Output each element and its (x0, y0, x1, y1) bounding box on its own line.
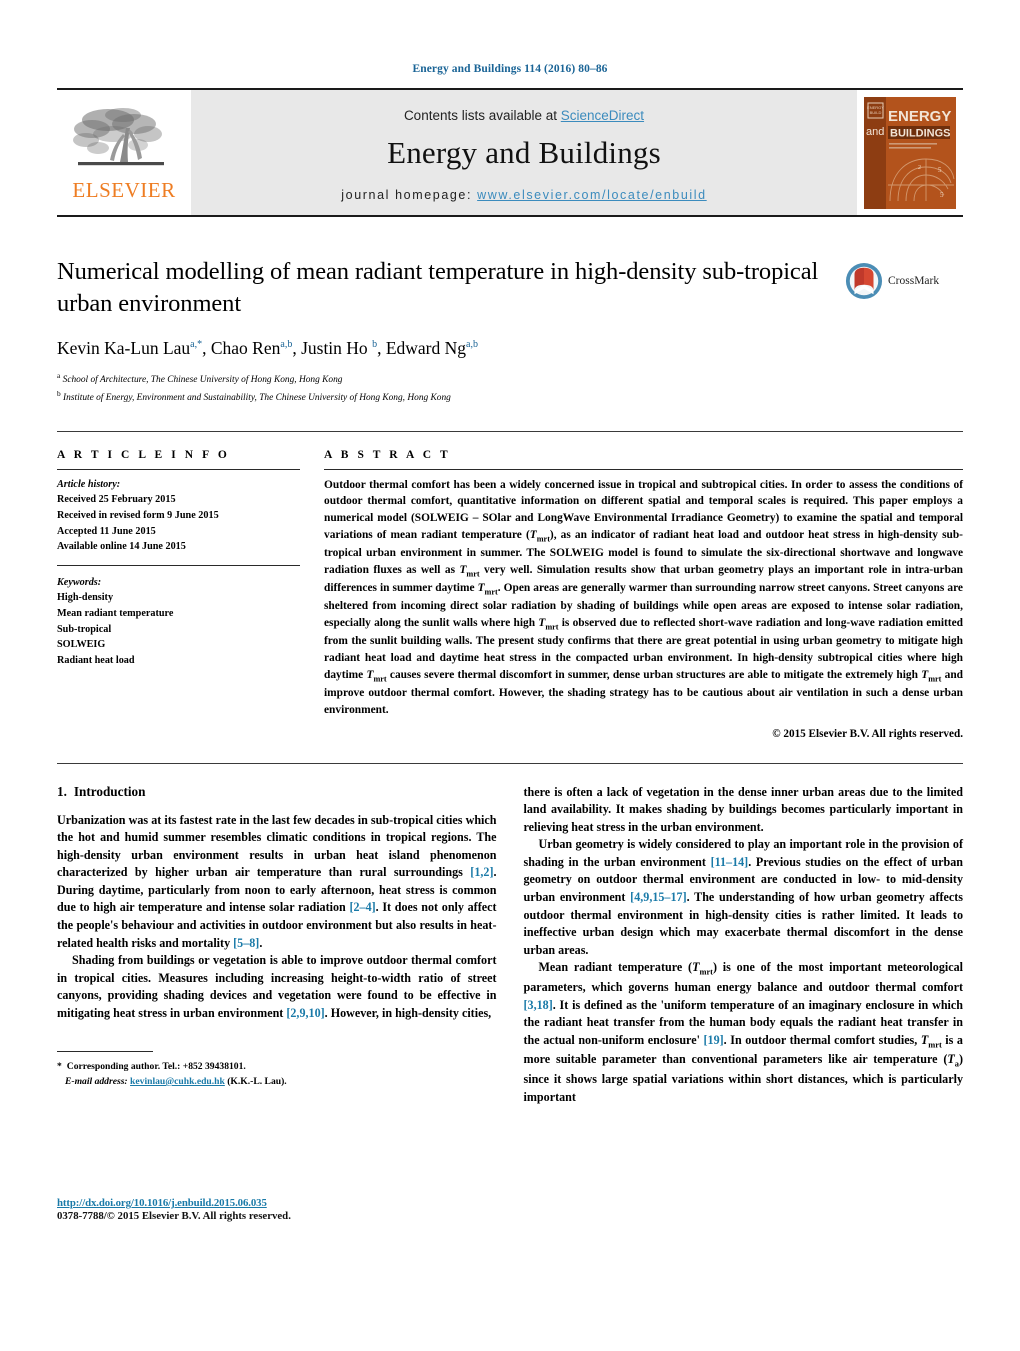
svg-text:2: 2 (918, 165, 921, 171)
body-columns: 1. Introduction Urbanization was at its f… (57, 784, 963, 1107)
paragraph: Urban geometry is widely considered to p… (523, 837, 964, 957)
svg-text:BUILD: BUILD (870, 110, 882, 115)
article-history: Article history: Received 25 February 20… (57, 477, 300, 555)
article-history-label: Article history: (57, 478, 121, 490)
svg-text:and: and (866, 126, 884, 138)
doi-link[interactable]: http://dx.doi.org/10.1016/j.enbuild.2015… (57, 1197, 291, 1209)
email-link[interactable]: kevinlau@cuhk.edu.hk (130, 1076, 225, 1087)
abstract-heading: A B S T R A C T (324, 448, 451, 461)
footnote-corresponding: * Corresponding author. Tel.: +852 394381… (57, 1059, 497, 1074)
body-column-left: 1. Introduction Urbanization was at its f… (57, 784, 497, 1107)
affiliation-b-text: Institute of Energy, Environment and Sus… (63, 393, 451, 404)
keywords-label: Keywords: (57, 576, 102, 588)
affiliation-a: a School of Architecture, The Chinese Un… (57, 371, 343, 386)
crossmark-badge[interactable]: CrossMark (845, 258, 963, 304)
doi-footer: http://dx.doi.org/10.1016/j.enbuild.2015… (57, 1197, 291, 1222)
contents-available-line: Contents lists available at ScienceDirec… (404, 108, 644, 123)
issn-copyright: 0378-7788/© 2015 Elsevier B.V. All right… (57, 1210, 291, 1222)
footnote-corresponding-text: Corresponding author. Tel.: +852 3943810… (66, 1060, 246, 1072)
journal-cover-image: ENERGY BUILD ENERGY and BUILDINGS 5 5 2 (864, 96, 956, 209)
body-column-right: there is often a lack of vegetation in t… (524, 784, 964, 1107)
corresponding-author-footnote: * Corresponding author. Tel.: +852 394381… (57, 1050, 497, 1090)
keyword-item: Radiant heat load (57, 654, 135, 666)
email-suffix: (K.K.-L. Lau). (227, 1075, 287, 1087)
journal-title: Energy and Buildings (387, 134, 661, 170)
svg-text:ENERGY: ENERGY (888, 108, 951, 125)
abstract-text: Outdoor thermal comfort has been a widel… (324, 478, 963, 716)
article-info-column: A R T I C L E I N F O Article history: R… (57, 449, 300, 740)
section-heading-introduction: 1. Introduction (57, 784, 497, 800)
elsevier-logo-block: ELSEVIER (57, 90, 191, 215)
keyword-item: Mean radiant temperature (57, 607, 174, 619)
svg-text:5: 5 (940, 191, 944, 199)
paragraph: Mean radiant temperature (Tmrt) is one o… (523, 960, 964, 1104)
affiliation-b: b Institute of Energy, Environment and S… (57, 388, 451, 404)
crossmark-icon (845, 262, 883, 300)
elsevier-tree-icon (73, 107, 164, 166)
info-abstract-section: A R T I C L E I N F O Article history: R… (57, 432, 963, 740)
keywords-block: Keywords: High-density Mean radiant temp… (57, 575, 300, 669)
author-list: Kevin Ka-Lun Laua,*, Chao Rena,b, Justin… (57, 337, 478, 358)
divider-above-body (57, 762, 963, 764)
article-info-heading: A R T I C L E I N F O (57, 448, 230, 461)
paragraph: Urbanization was at its fastest rate in … (57, 812, 497, 950)
affiliations: a School of Architecture, The Chinese Un… (57, 370, 963, 405)
abstract-rule (324, 468, 963, 470)
journal-homepage-link[interactable]: www.elsevier.com/locate/enbuild (477, 188, 707, 202)
elsevier-wordmark: ELSEVIER (72, 177, 176, 202)
footnote-star: * (57, 1060, 62, 1072)
svg-text:5: 5 (938, 166, 942, 174)
keyword-item: High-density (57, 592, 114, 604)
history-item: Available online 14 June 2015 (57, 541, 186, 553)
history-item: Received 25 February 2015 (57, 494, 176, 506)
running-head: Energy and Buildings 114 (2016) 80–86 (412, 63, 608, 75)
paragraph: Shading from buildings or vegetation is … (57, 953, 497, 1021)
journal-cover-block: ENERGY BUILD ENERGY and BUILDINGS 5 5 2 (857, 90, 963, 215)
footnote-rule (57, 1050, 153, 1052)
keywords-rule (57, 564, 300, 566)
crossmark-label: CrossMark (888, 275, 940, 287)
footnote-email: E-mail address: kevinlau@cuhk.edu.hk (K.… (57, 1074, 497, 1089)
article-page: Energy and Buildings 114 (2016) 80–86 EL… (0, 0, 1020, 1351)
page-title: Numerical modelling of mean radiant temp… (57, 258, 819, 318)
keyword-item: SOLWEIG (57, 639, 106, 651)
masthead-center: Contents lists available at ScienceDirec… (191, 90, 857, 215)
abstract-column: A B S T R A C T Outdoor thermal comfort … (324, 449, 963, 740)
section-title: Introduction (73, 783, 146, 799)
title-block: CrossMark Numerical modelling of mean ra… (57, 256, 963, 406)
svg-text:BUILDINGS: BUILDINGS (890, 127, 951, 139)
abstract-copyright: © 2015 Elsevier B.V. All rights reserved… (772, 727, 963, 740)
contents-prefix: Contents lists available at (403, 107, 561, 123)
section-number: 1. (57, 783, 67, 799)
paragraph: there is often a lack of vegetation in t… (523, 784, 964, 834)
history-item: Accepted 11 June 2015 (57, 525, 156, 537)
affiliation-a-text: School of Architecture, The Chinese Univ… (62, 375, 343, 386)
history-item: Received in revised form 9 June 2015 (57, 509, 219, 521)
journal-homepage-line: journal homepage: www.elsevier.com/locat… (341, 188, 706, 202)
journal-masthead: ELSEVIER Contents lists available at Sci… (57, 88, 963, 217)
email-label: E-mail address: (65, 1075, 128, 1087)
keyword-item: Sub-tropical (57, 623, 112, 635)
homepage-prefix: journal homepage: (341, 187, 473, 202)
sciencedirect-link[interactable]: ScienceDirect (561, 108, 644, 123)
article-info-rule (57, 468, 300, 470)
